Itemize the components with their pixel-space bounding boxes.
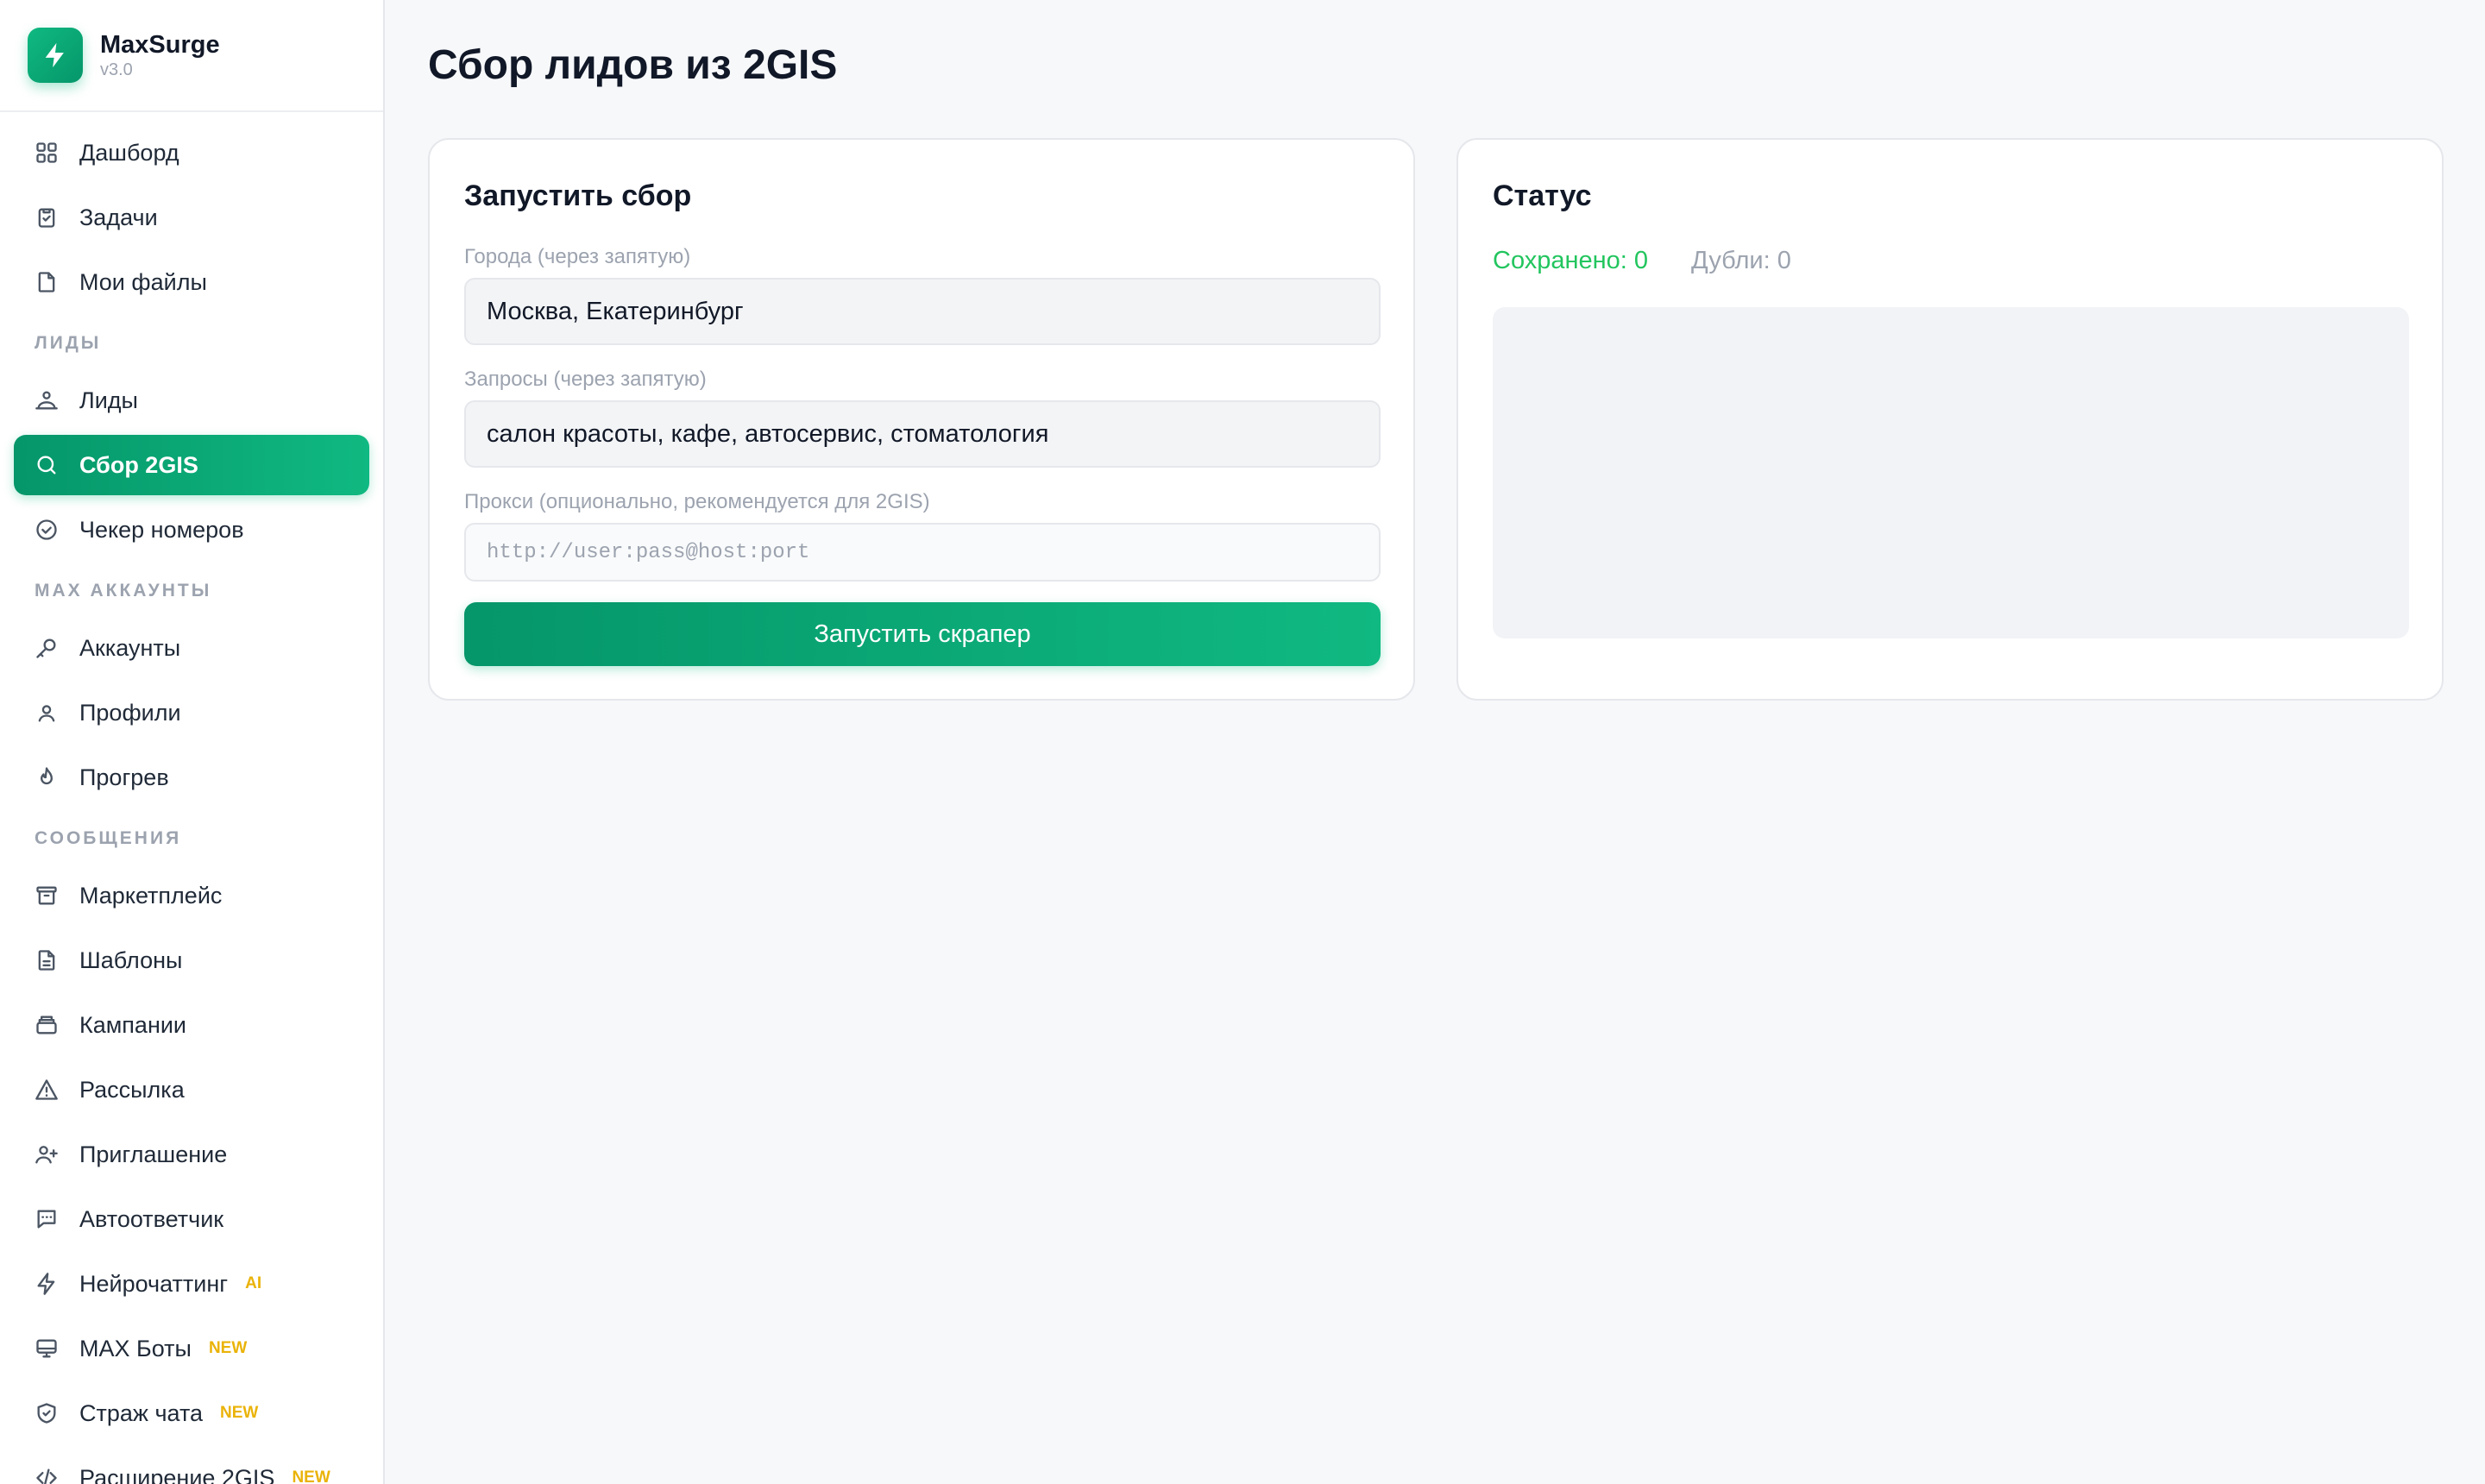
sidebar-item-templates[interactable]: Шаблоны [14,930,369,990]
chat-bubble-icon [35,1207,59,1231]
sidebar: MaxSurge v3.0 Дашборд Задачи Мои файлы Л… [0,0,385,1484]
document-text-icon [35,948,59,972]
sidebar-item-tasks[interactable]: Задачи [14,187,369,248]
key-icon [35,636,59,660]
sidebar-item-label: Профили [79,699,181,726]
proxy-label: Прокси (опционально, рекомендуется для 2… [464,490,930,513]
run-scraper-button[interactable]: Запустить скрапер [464,602,1381,666]
sidebar-item-label: Автоответчик [79,1205,224,1232]
sidebar-item-label: Шаблоны [79,946,183,973]
saved-count: Сохранено: 0 [1493,247,1649,274]
sidebar-item-label: Прогрев [79,764,169,790]
sidebar-item-label: Дашборд [79,139,179,166]
main-content: Сбор лидов из 2GIS Запустить сбор Города… [385,0,2485,1484]
scrape-form-card: Запустить сбор Города (через запятую) За… [428,138,1415,701]
archive-icon [35,883,59,908]
user-plus-icon [35,1142,59,1166]
sidebar-item-label: Нейрочаттинг [79,1270,229,1297]
sidebar-item-label: Приглашение [79,1141,228,1167]
flame-icon [35,765,59,789]
file-icon [35,270,59,294]
clipboard-check-icon [35,205,59,230]
cities-label: Города (через запятую) [464,245,691,268]
section-title-accounts: MAX АККАУНТЫ [35,581,212,601]
sidebar-item-extension[interactable]: Расширение 2GIS NEW [14,1448,369,1484]
sidebar-item-invites[interactable]: Приглашение [14,1124,369,1185]
search-icon [35,453,59,477]
new-badge: NEW [208,1339,248,1357]
sidebar-item-label: Рассылка [79,1076,185,1103]
ai-badge: AI [245,1274,262,1292]
sidebar-item-neurochat[interactable]: Нейрочаттинг AI [14,1254,369,1314]
sidebar-item-number-checker[interactable]: Чекер номеров [14,500,369,560]
sidebar-item-files[interactable]: Мои файлы [14,252,369,312]
sidebar-item-label: Страж чата [79,1399,204,1426]
sidebar-item-label: Чекер номеров [79,516,244,543]
user-icon [35,701,59,725]
form-title: Запустить сбор [464,179,692,212]
queries-label: Запросы (через запятую) [464,368,707,391]
grid-icon [35,141,59,165]
sidebar-item-label: Задачи [79,204,158,230]
sidebar-item-scrape-2gis[interactable]: Сбор 2GIS [14,435,369,495]
brand-version: v3.0 [100,60,133,79]
brand: MaxSurge v3.0 [0,0,383,112]
sidebar-item-marketplace[interactable]: Маркетплейс [14,865,369,926]
section-title-leads: ЛИДЫ [35,333,102,353]
sidebar-item-campaigns[interactable]: Кампании [14,995,369,1055]
sidebar-item-warmup[interactable]: Прогрев [14,747,369,808]
duplicates-count: Дубли: 0 [1691,247,1791,274]
code-icon [35,1466,59,1484]
stack-icon [35,1013,59,1037]
sidebar-nav: Дашборд Задачи Мои файлы ЛИДЫ Лиды Сбор … [0,112,383,1484]
status-card: Статус Сохранено: 0 Дубли: 0 [1456,138,2444,701]
sidebar-item-autoresponder[interactable]: Автоответчик [14,1189,369,1249]
status-title: Статус [1493,179,1592,212]
monitor-icon [35,1336,59,1361]
cities-input[interactable] [464,278,1381,345]
sidebar-item-label: Лиды [79,387,138,413]
sidebar-item-label: MAX Боты [79,1335,192,1361]
new-badge: NEW [220,1404,259,1422]
brand-name: MaxSurge [100,31,220,59]
sidebar-item-label: Сбор 2GIS [79,451,198,478]
status-log-area[interactable] [1493,307,2409,638]
lightning-icon [35,1272,59,1296]
users-icon [35,388,59,412]
sidebar-item-chat-guard[interactable]: Страж чата NEW [14,1383,369,1443]
sidebar-item-accounts[interactable]: Аккаунты [14,618,369,678]
sidebar-item-label: Расширение 2GIS [79,1464,275,1484]
sidebar-item-label: Аккаунты [79,634,181,661]
shield-check-icon [35,1401,59,1425]
new-badge: NEW [292,1468,330,1484]
sidebar-item-dashboard[interactable]: Дашборд [14,123,369,183]
status-counters: Сохранено: 0 Дубли: 0 [1493,247,1791,275]
sidebar-item-label: Маркетплейс [79,882,223,909]
sidebar-item-label: Кампании [79,1011,187,1038]
warning-triangle-icon [35,1078,59,1102]
sidebar-item-mailing[interactable]: Рассылка [14,1060,369,1120]
proxy-input[interactable] [464,523,1381,582]
section-title-messages: СООБЩЕНИЯ [35,828,182,848]
queries-input[interactable] [464,400,1381,468]
page-title: Сбор лидов из 2GIS [428,42,838,88]
sidebar-item-label: Мои файлы [79,268,207,295]
check-circle-icon [35,518,59,542]
sidebar-item-bots[interactable]: MAX Боты NEW [14,1318,369,1379]
sidebar-item-leads[interactable]: Лиды [14,370,369,431]
lightning-logo-icon [28,28,83,83]
sidebar-item-profiles[interactable]: Профили [14,682,369,743]
